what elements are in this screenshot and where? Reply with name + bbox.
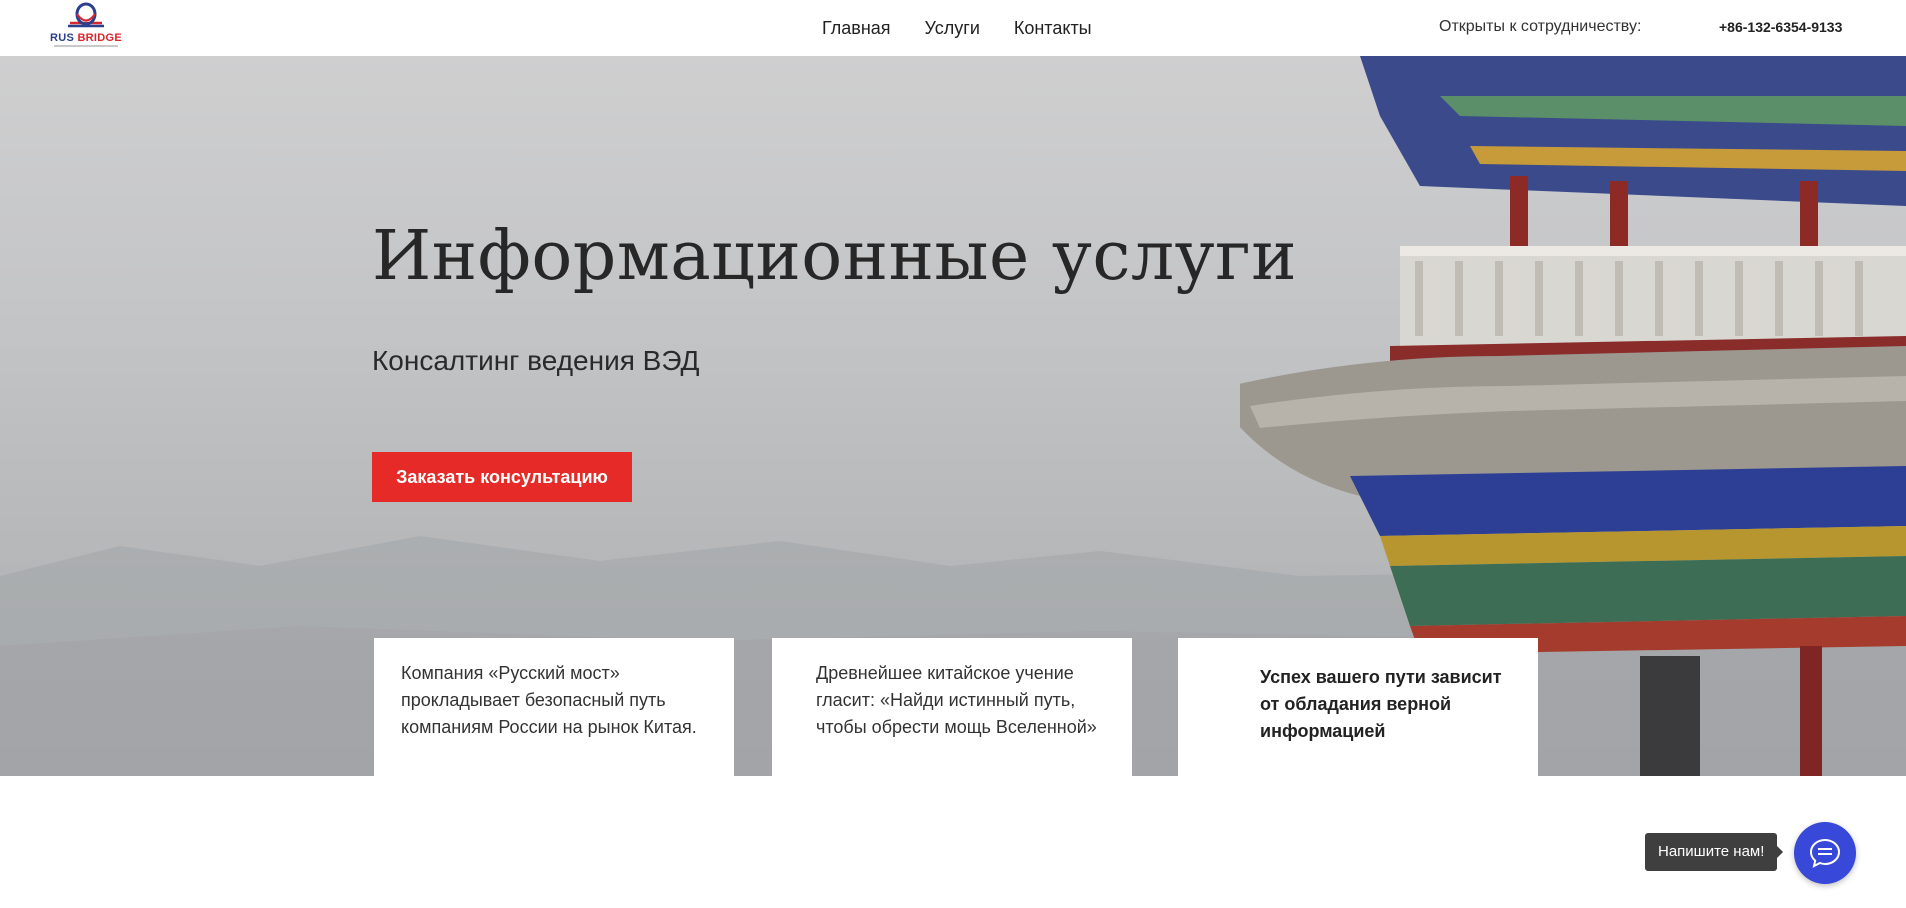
info-card-company: Компания «Русский мост» прокладывает без…: [374, 638, 734, 776]
info-card-teaching: Древнейшее китайское учение гласит: «Най…: [772, 638, 1132, 776]
nav-services[interactable]: Услуги: [925, 16, 980, 40]
logo-text: RUS BRIDGE: [49, 32, 123, 44]
nav-home[interactable]: Главная: [822, 16, 891, 40]
hero-title: Информационные услуги: [372, 217, 1298, 296]
chat-button[interactable]: [1794, 822, 1856, 884]
info-card-success: Успех вашего пути зависит от обладания в…: [1178, 638, 1538, 776]
order-consultation-button[interactable]: Заказать консультацию: [372, 452, 632, 502]
hero-section: Информационные услуги Консалтинг ведения…: [0, 56, 1906, 776]
phone-link[interactable]: +86-132-6354-9133: [1719, 17, 1842, 37]
site-header: RUS BRIDGE Главная Услуги Контакты Откры…: [0, 0, 1906, 56]
main-nav: Главная Услуги Контакты: [822, 16, 1126, 40]
chat-prompt-label[interactable]: Напишите нам!: [1645, 833, 1784, 871]
nav-contacts[interactable]: Контакты: [1014, 16, 1092, 40]
hero-subtitle: Консалтинг ведения ВЭД: [372, 345, 700, 376]
chat-bubble-icon: [1809, 838, 1841, 868]
site-logo[interactable]: RUS BRIDGE: [40, 0, 132, 52]
logo-tagline-line: [54, 45, 118, 47]
rus-bridge-logo-icon: [68, 2, 104, 28]
cooperation-text: Открыты к сотрудничеству:: [1439, 18, 1642, 35]
